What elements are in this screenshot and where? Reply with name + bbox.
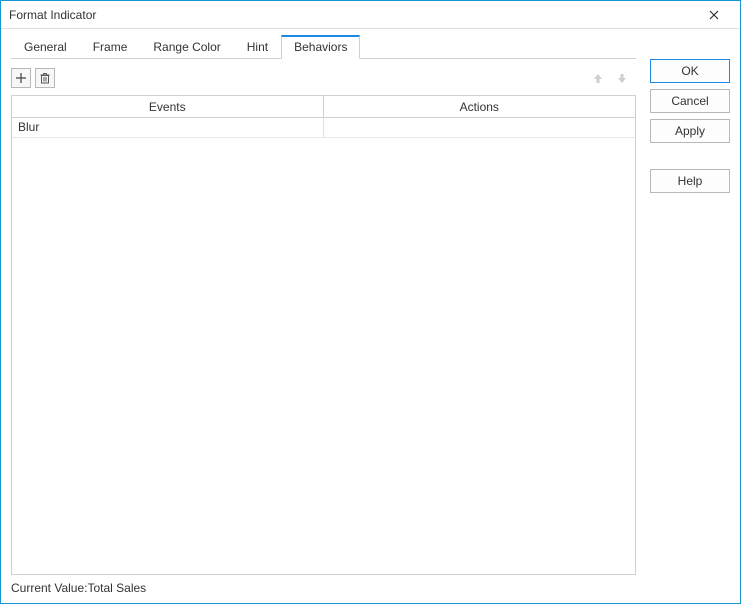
window-title: Format Indicator xyxy=(9,8,694,22)
trash-icon xyxy=(39,72,51,84)
table-header: Events Actions xyxy=(12,96,635,118)
main-panel: General Frame Range Color Hint Behaviors xyxy=(11,35,636,595)
dialog-body: General Frame Range Color Hint Behaviors xyxy=(1,29,740,603)
arrow-down-icon xyxy=(616,72,628,84)
table-body: Blur xyxy=(12,118,635,574)
toolbar xyxy=(11,65,636,91)
side-buttons: OK Cancel Apply Help xyxy=(650,35,730,595)
delete-button[interactable] xyxy=(35,68,55,88)
ok-button[interactable]: OK xyxy=(650,59,730,83)
plus-icon xyxy=(15,72,27,84)
behaviors-table: Events Actions Blur xyxy=(11,95,636,575)
titlebar: Format Indicator xyxy=(1,1,740,29)
dialog-window: Format Indicator General Frame Range Col… xyxy=(0,0,741,604)
tab-hint[interactable]: Hint xyxy=(234,35,281,59)
tab-range-color[interactable]: Range Color xyxy=(140,35,233,59)
add-button[interactable] xyxy=(11,68,31,88)
move-up-button[interactable] xyxy=(588,68,608,88)
move-down-button[interactable] xyxy=(612,68,632,88)
tab-behaviors[interactable]: Behaviors xyxy=(281,35,360,59)
cell-action xyxy=(324,118,636,137)
tab-frame[interactable]: Frame xyxy=(80,35,141,59)
cancel-button[interactable]: Cancel xyxy=(650,89,730,113)
tab-general[interactable]: General xyxy=(11,35,80,59)
close-icon xyxy=(709,10,719,20)
cell-event: Blur xyxy=(12,118,324,137)
header-events: Events xyxy=(12,96,324,117)
side-gap xyxy=(650,149,730,163)
tab-bar: General Frame Range Color Hint Behaviors xyxy=(11,35,636,59)
apply-button[interactable]: Apply xyxy=(650,119,730,143)
header-actions: Actions xyxy=(324,96,636,117)
table-row[interactable]: Blur xyxy=(12,118,635,138)
arrow-up-icon xyxy=(592,72,604,84)
close-button[interactable] xyxy=(694,1,734,29)
current-value-label: Current Value:Total Sales xyxy=(11,575,636,595)
help-button[interactable]: Help xyxy=(650,169,730,193)
